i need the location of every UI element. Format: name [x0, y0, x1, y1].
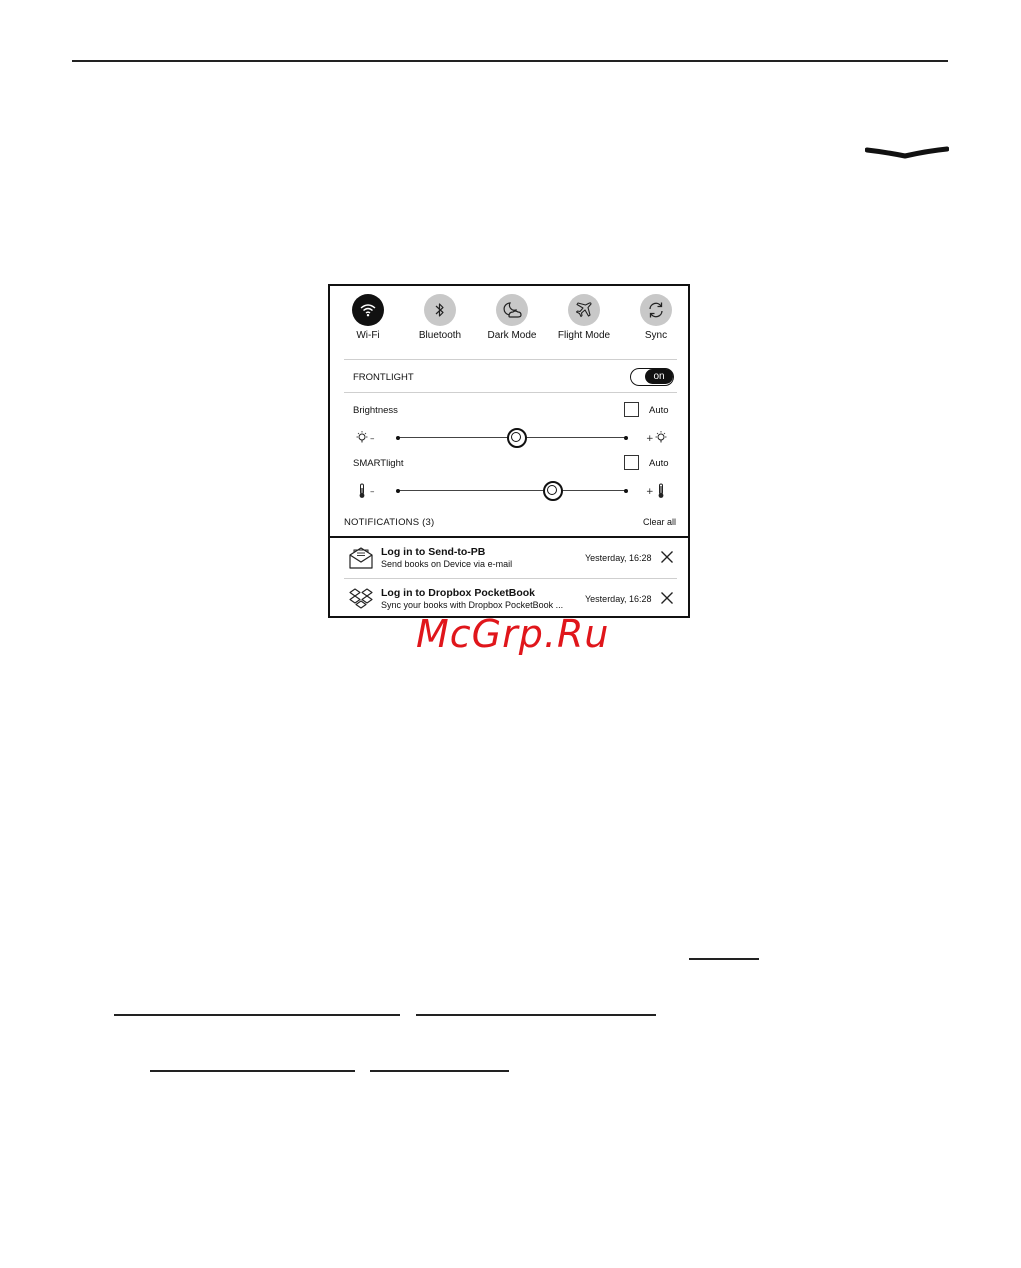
dark-mode-label: Dark Mode	[487, 330, 537, 341]
brightness-auto-label: Auto	[649, 405, 669, 416]
brightness-label: Brightness	[353, 405, 398, 416]
close-icon[interactable]	[660, 550, 674, 564]
bluetooth-toggle[interactable]: Bluetooth	[402, 294, 478, 341]
envelope-icon	[349, 547, 373, 569]
brightness-slider-track[interactable]	[396, 428, 628, 448]
brightness-slider-thumb[interactable]	[506, 428, 527, 448]
flight-mode-toggle-circle	[568, 294, 600, 326]
quick-settings-panel: Wi-Fi Bluetooth Dark Mode Flight Mode Sy…	[328, 284, 690, 618]
underline-blank	[689, 958, 759, 960]
moon-icon	[503, 302, 522, 318]
brightness-track-end	[624, 435, 628, 440]
brightness-track-start	[396, 435, 400, 440]
smartlight-slider-row: – +	[356, 481, 668, 501]
page-header-rule	[72, 60, 948, 62]
notification-title: Log in to Dropbox PocketBook	[381, 587, 535, 599]
notification-subtitle: Sync your books with Dropbox PocketBook …	[381, 600, 564, 610]
smartlight-plus-sign: +	[646, 487, 654, 497]
brightness-high-icon: +	[646, 431, 667, 444]
airplane-icon	[575, 302, 592, 318]
underline-blank	[114, 1014, 400, 1016]
brightness-low-icon: –	[356, 431, 375, 444]
wifi-label: Wi-Fi	[356, 330, 380, 341]
underline-blank	[416, 1014, 656, 1016]
thermometer-warm-icon: +	[646, 483, 664, 498]
smartlight-slider-thumb[interactable]	[543, 481, 564, 501]
smartlight-track-start	[396, 488, 400, 493]
notification-item[interactable]: Log in to Send-to-PB Send books on Devic…	[330, 538, 688, 578]
notification-time: Yesterday, 16:28	[585, 594, 652, 604]
smartlight-minus-sign: –	[370, 487, 375, 497]
brightness-auto-checkbox[interactable]	[624, 402, 639, 417]
smartlight-auto-checkbox[interactable]	[624, 455, 639, 470]
wifi-toggle-circle	[352, 294, 384, 326]
underline-blank	[150, 1070, 355, 1072]
swipe-down-gesture-icon	[865, 146, 949, 159]
brightness-plus-sign: +	[646, 434, 654, 444]
bluetooth-icon	[435, 303, 444, 317]
smartlight-auto-label: Auto	[649, 458, 669, 469]
notification-subtitle: Send books on Device via e-mail	[381, 559, 513, 569]
notification-title: Log in to Send-to-PB	[381, 546, 486, 558]
dark-mode-toggle[interactable]: Dark Mode	[474, 294, 550, 341]
smartlight-track-end	[624, 488, 628, 493]
sync-toggle[interactable]: Sync	[618, 294, 694, 341]
clear-all-button[interactable]: Clear all	[643, 517, 676, 527]
sync-icon	[649, 302, 663, 318]
watermark-text: McGrp.Ru	[416, 612, 610, 656]
wifi-toggle[interactable]: Wi-Fi	[330, 294, 406, 341]
smartlight-label: SMARTlight	[353, 458, 404, 469]
brightness-slider-row: – +	[356, 428, 668, 448]
notifications-header: NOTIFICATIONS (3)	[344, 517, 435, 528]
thermometer-cold-icon: –	[359, 483, 375, 498]
frontlight-label: FRONTLIGHT	[353, 372, 414, 383]
flight-mode-toggle[interactable]: Flight Mode	[546, 294, 622, 341]
close-icon[interactable]	[660, 591, 674, 605]
smartlight-slider-track[interactable]	[396, 481, 628, 501]
bluetooth-label: Bluetooth	[418, 330, 462, 341]
underline-blank	[370, 1070, 509, 1072]
dark-mode-toggle-circle	[496, 294, 528, 326]
frontlight-switch[interactable]: on	[630, 368, 674, 386]
quick-toggles-row: Wi-Fi Bluetooth Dark Mode Flight Mode Sy…	[330, 294, 688, 354]
flight-mode-label: Flight Mode	[557, 330, 611, 341]
divider	[344, 392, 677, 393]
divider	[344, 359, 677, 360]
notification-time: Yesterday, 16:28	[585, 553, 652, 563]
bluetooth-toggle-circle	[424, 294, 456, 326]
frontlight-switch-knob: on	[645, 369, 673, 384]
brightness-minus-sign: –	[370, 434, 375, 444]
dropbox-icon	[349, 588, 373, 609]
wifi-icon	[360, 304, 376, 317]
sync-toggle-circle	[640, 294, 672, 326]
sync-label: Sync	[644, 330, 668, 341]
